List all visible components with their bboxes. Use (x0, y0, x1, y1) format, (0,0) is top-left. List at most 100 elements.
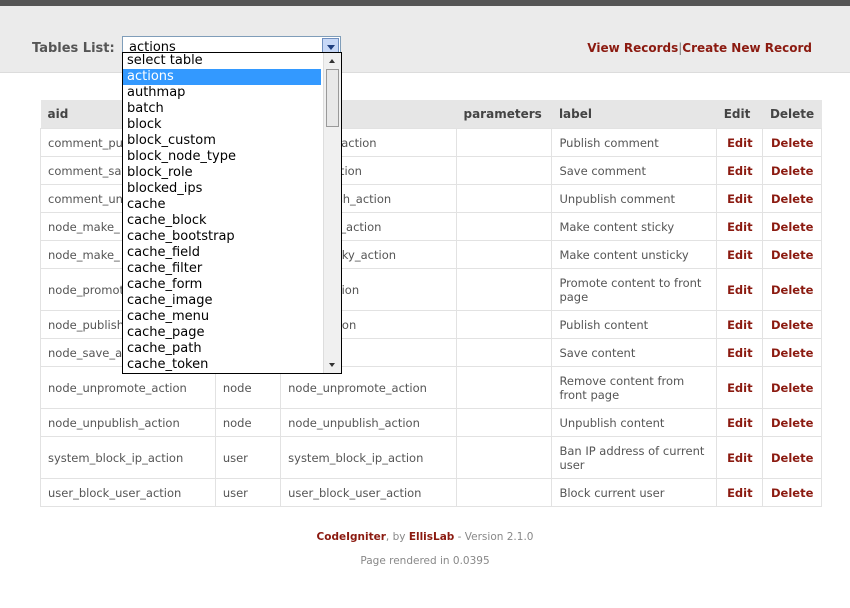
cell-aid: user_block_user_action (40, 478, 216, 507)
delete-link[interactable]: Delete (762, 156, 822, 185)
dropdown-option[interactable]: block_node_type (123, 149, 321, 165)
edit-link[interactable]: Edit (716, 408, 763, 437)
cell-label: Unpublish content (551, 408, 717, 437)
dropdown-option[interactable]: batch (123, 101, 321, 117)
delete-link[interactable]: Delete (762, 478, 822, 507)
dropdown-option[interactable]: actions (123, 69, 321, 85)
cell-parameters (455, 436, 552, 479)
dropdown-option[interactable]: cache_image (123, 293, 321, 309)
edit-link[interactable]: Edit (716, 156, 763, 185)
column-header-parameters: parameters (456, 100, 552, 129)
cell-callback: node_unpublish_action (280, 408, 457, 437)
delete-link[interactable]: Delete (762, 338, 822, 367)
cell-parameters (455, 128, 552, 157)
dropdown-option[interactable]: cache_page (123, 325, 321, 341)
cell-parameters (455, 478, 552, 507)
table-row: user_block_user_action user user_block_use… (40, 478, 822, 507)
column-header-delete: Delete (762, 100, 822, 129)
edit-link[interactable]: Edit (716, 478, 763, 507)
dropdown-option[interactable]: cache_block (123, 213, 321, 229)
edit-link[interactable]: Edit (716, 338, 763, 367)
dropdown-option[interactable]: block_role (123, 165, 321, 181)
footer-version: - Version 2.1.0 (454, 531, 534, 543)
create-new-record-link[interactable]: Create New Record (682, 41, 812, 55)
scroll-down-arrow-icon[interactable] (324, 357, 341, 373)
dropdown-option[interactable]: cache_menu (123, 309, 321, 325)
delete-link[interactable]: Delete (762, 240, 822, 269)
delete-link[interactable]: Delete (762, 128, 822, 157)
table-row: system_block_ip_action user system_block_i… (40, 436, 822, 479)
delete-link[interactable]: Delete (762, 268, 822, 311)
cell-label: Save comment (551, 156, 717, 185)
delete-link[interactable]: Delete (762, 366, 822, 409)
delete-link[interactable]: Delete (762, 408, 822, 437)
codeigniter-link[interactable]: CodeIgniter (317, 531, 386, 543)
cell-label: Remove content from front page (551, 366, 717, 409)
cell-parameters (455, 310, 552, 339)
cell-parameters (455, 184, 552, 213)
dropdown-options: select table actions authmap batch block bloc… (123, 53, 341, 373)
dropdown-option[interactable]: cache_form (123, 277, 321, 293)
cell-parameters (455, 338, 552, 367)
dropdown-option[interactable]: cache_field (123, 245, 321, 261)
tables-list-label: Tables List: (32, 41, 115, 56)
cell-callback: user_block_user_action (280, 478, 457, 507)
cell-aid: system_block_ip_action (40, 436, 216, 479)
dropdown-scrollbar[interactable] (323, 53, 341, 373)
cell-label: Publish content (551, 310, 717, 339)
view-records-link[interactable]: View Records (587, 41, 678, 55)
delete-link[interactable]: Delete (762, 184, 822, 213)
delete-link[interactable]: Delete (762, 212, 822, 241)
cell-label: Make content unsticky (551, 240, 717, 269)
column-header-edit: Edit (716, 100, 763, 129)
cell-callback: system_block_ip_action (280, 436, 457, 479)
edit-link[interactable]: Edit (716, 128, 763, 157)
cell-aid: node_unpublish_action (40, 408, 216, 437)
cell-label: Promote content to front page (551, 268, 717, 311)
dropdown-option[interactable]: cache_bootstrap (123, 229, 321, 245)
cell-parameters (455, 366, 552, 409)
dropdown-option[interactable]: select table (123, 53, 321, 69)
cell-label: Save content (551, 338, 717, 367)
cell-type: node (214, 408, 281, 437)
column-header-label: label (551, 100, 717, 129)
ellislab-link[interactable]: EllisLab (409, 531, 455, 543)
dropdown-option[interactable]: cache_token (123, 357, 321, 373)
scroll-thumb[interactable] (326, 69, 339, 127)
edit-link[interactable]: Edit (716, 366, 763, 409)
footer-by-text: , by (385, 531, 409, 543)
delete-link[interactable]: Delete (762, 310, 822, 339)
table-row: node_unpublish_action node node_unpublish_… (40, 408, 822, 437)
edit-link[interactable]: Edit (716, 240, 763, 269)
cell-label: Ban IP address of current user (551, 436, 717, 479)
dropdown-option[interactable]: block (123, 117, 321, 133)
header-links: View Records|Create New Record (587, 41, 812, 55)
footer-credits: CodeIgniter, by EllisLab - Version 2.1.0 (0, 531, 850, 543)
dropdown-option[interactable]: authmap (123, 85, 321, 101)
cell-type: user (214, 436, 281, 479)
dropdown-option[interactable]: cache_path (123, 341, 321, 357)
cell-label: Unpublish comment (551, 184, 717, 213)
cell-type: user (214, 478, 281, 507)
dropdown-option[interactable]: block_custom (123, 133, 321, 149)
cell-parameters (455, 156, 552, 185)
edit-link[interactable]: Edit (716, 212, 763, 241)
cell-parameters (455, 212, 552, 241)
edit-link[interactable]: Edit (716, 436, 763, 479)
cell-label: Publish comment (551, 128, 717, 157)
dropdown-option[interactable]: cache (123, 197, 321, 213)
edit-link[interactable]: Edit (716, 268, 763, 311)
table-select-dropdown[interactable]: select table actions authmap batch block bloc… (122, 52, 342, 374)
cell-label: Make content sticky (551, 212, 717, 241)
cell-parameters (455, 240, 552, 269)
edit-link[interactable]: Edit (716, 310, 763, 339)
footer-render-time: Page rendered in 0.0395 (360, 555, 490, 567)
delete-link[interactable]: Delete (762, 436, 822, 479)
scroll-up-arrow-icon[interactable] (324, 53, 341, 69)
cell-label: Block current user (551, 478, 717, 507)
cell-parameters (455, 408, 552, 437)
cell-parameters (455, 268, 552, 311)
edit-link[interactable]: Edit (716, 184, 763, 213)
dropdown-option[interactable]: cache_filter (123, 261, 321, 277)
dropdown-option[interactable]: blocked_ips (123, 181, 321, 197)
